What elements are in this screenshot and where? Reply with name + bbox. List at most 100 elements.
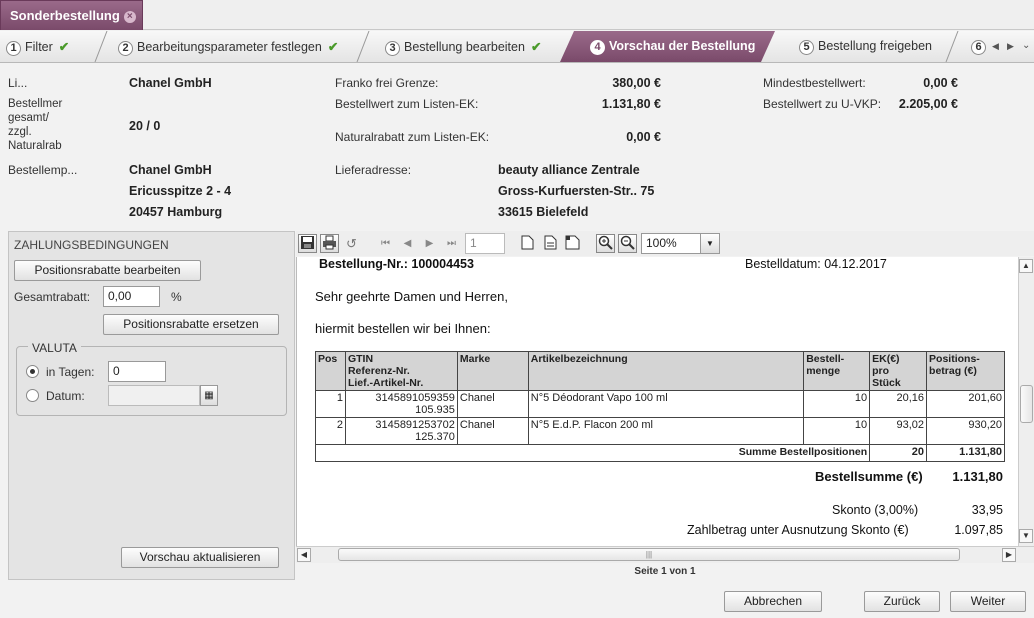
bestellmenge-label-line: gesamt/ [8, 112, 49, 124]
zoom-select[interactable]: 100% [641, 233, 701, 254]
vorschau-aktualisieren-button[interactable]: Vorschau aktualisieren [121, 547, 279, 568]
column-header-pos: Pos [315, 351, 346, 391]
naturalrabatt-value: 0,00 € [626, 130, 661, 144]
naturalrabatt-label: Naturalrabatt zum Listen-EK: [335, 130, 490, 144]
lieferant-label: Li... [8, 76, 28, 90]
refresh-icon[interactable]: ↺ [342, 234, 361, 253]
cell-pos: 2 [315, 417, 346, 445]
step-number: 3 [385, 41, 400, 56]
cell-pos: 1 [315, 390, 346, 418]
column-header-marke: Marke [456, 351, 529, 391]
uvkp-value: 2.205,00 € [898, 97, 958, 111]
empfaenger-street: Ericusspitze 2 - 4 [129, 184, 232, 198]
zahlbetrag-value: 1.097,85 [954, 523, 1003, 537]
lieferant-value: Chanel GmbH [129, 76, 212, 90]
cell-menge: 10 [803, 390, 871, 418]
step-label: Filter [25, 40, 53, 54]
cell-ek: 93,02 [869, 417, 928, 445]
empfaenger-city: 20457 Hamburg [129, 205, 223, 219]
horizontal-scroll-thumb[interactable]: ||| [338, 548, 960, 561]
calendar-icon[interactable]: ▦ [200, 385, 218, 406]
single-page-icon[interactable] [518, 234, 537, 253]
last-page-icon[interactable]: ⏭ [442, 234, 461, 253]
chevron-down-icon[interactable]: ▼ [700, 233, 720, 254]
order-date: Bestelldatum: 04.12.2017 [745, 257, 887, 271]
column-header-text: EK(€) [872, 353, 900, 365]
bestellwert-ek-label: Bestellwert zum Listen-EK: [335, 97, 479, 111]
next-page-icon[interactable]: ▶ [420, 234, 439, 253]
scroll-right-icon[interactable]: ▶ [1002, 548, 1016, 562]
lieferadresse-street: Gross-Kurfuersten-Str.. 75 [498, 184, 655, 198]
first-page-icon[interactable]: ⏮ [376, 234, 395, 253]
cell-artikel: N°5 Déodorant Vapo 100 ml [527, 390, 805, 418]
vertical-scroll-thumb[interactable] [1020, 385, 1033, 423]
step-number: 1 [6, 41, 21, 56]
datum-label: Datum: [46, 389, 85, 403]
scroll-left-icon[interactable]: ◀ [297, 548, 311, 562]
column-header-text: Marke [459, 353, 491, 365]
gesamtrabatt-input[interactable]: 0,00 [103, 286, 160, 307]
wizard-step-6[interactable]: 6 [971, 31, 990, 62]
scroll-up-icon[interactable]: ▲ [1019, 259, 1033, 273]
positionsrabatte-bearbeiten-button[interactable]: Positionsrabatte bearbeiten [14, 260, 201, 281]
empfaenger-label: Bestellemp... [8, 163, 78, 177]
whole-page-icon[interactable] [563, 234, 582, 253]
vertical-scrollbar[interactable]: ▲ ▼ [1018, 257, 1034, 546]
back-button[interactable]: Zurück [864, 591, 940, 612]
document-tab-sonderbestellung[interactable]: Sonderbestellung × [0, 0, 143, 30]
checkmark-icon: ✔ [58, 40, 70, 54]
cell-artikel: N°5 E.d.P. Flacon 200 ml [527, 417, 805, 445]
step-separator [94, 31, 108, 62]
wizard-step-freigeben[interactable]: 5 Bestellung freigeben [799, 31, 932, 62]
column-header-text: Artikelbezeichnung [530, 353, 628, 365]
page-width-icon[interactable] [541, 234, 560, 253]
close-icon[interactable]: × [123, 11, 136, 23]
cancel-button[interactable]: Abbrechen [724, 591, 822, 612]
cell-ek: 20,16 [869, 390, 928, 418]
sum-menge: 20 [869, 444, 928, 462]
datum-input[interactable] [108, 385, 200, 406]
column-header-text: menge [806, 365, 841, 377]
save-icon[interactable] [298, 234, 317, 253]
column-header-text: Pos [318, 353, 338, 365]
scroll-right-icon[interactable]: ▶ [1007, 41, 1014, 52]
in-tagen-input[interactable]: 0 [108, 361, 166, 382]
wizard-step-vorschau[interactable]: 4 Vorschau der Bestellung [590, 31, 755, 62]
franko-value: 380,00 € [612, 76, 661, 90]
intro-text: hiermit bestellen wir bei Ihnen: [315, 321, 491, 336]
positionsrabatte-ersetzen-button[interactable]: Positionsrabatte ersetzen [103, 314, 279, 335]
mindestbestellwert-value: 0,00 € [923, 76, 958, 90]
chevron-down-icon[interactable]: ⌄ [1022, 40, 1030, 51]
lieferadresse-label: Lieferadresse: [335, 163, 412, 177]
scroll-down-icon[interactable]: ▼ [1019, 529, 1033, 543]
page-number-input[interactable]: 1 [465, 233, 505, 254]
bestellmenge-label-line: Bestellmer [8, 98, 63, 110]
datum-radio[interactable] [26, 389, 39, 402]
franko-label: Franko frei Grenze: [335, 76, 439, 90]
step-separator [945, 31, 959, 62]
gtin: 3145891059359 [375, 392, 455, 404]
zoom-out-icon[interactable] [618, 234, 637, 253]
gesamtrabatt-label: Gesamtrabatt: [14, 290, 91, 304]
horizontal-scrollbar[interactable]: ◀ ||| ▶ [296, 546, 1034, 563]
wizard-step-bearbeitungsparameter[interactable]: 2 Bearbeitungsparameter festlegen ✔ [118, 31, 338, 62]
column-header-gtin: GTIN Referenz-Nr. Lief.-Artikel-Nr. [344, 351, 458, 391]
in-tagen-radio[interactable] [26, 365, 39, 378]
zoom-in-icon[interactable] [596, 234, 615, 253]
checkmark-icon: ✔ [327, 40, 339, 54]
uvkp-label: Bestellwert zu U-VKP: [763, 97, 882, 111]
cell-betrag: 930,20 [926, 417, 1005, 445]
column-header-betrag: Positions-betrag (€) [926, 351, 1005, 391]
step-number: 4 [590, 40, 605, 55]
zahlbetrag-label: Zahlbetrag unter Ausnutzung Skonto (€) [687, 523, 909, 537]
step-label: Bestellung freigeben [818, 39, 932, 53]
wizard-step-filter[interactable]: 1 Filter ✔ [6, 31, 69, 62]
next-button[interactable]: Weiter [950, 591, 1026, 612]
print-icon[interactable] [320, 234, 339, 253]
gtin: 3145891253702 [375, 419, 455, 431]
cell-gtin: 3145891059359 105.935 [344, 390, 458, 418]
greeting: Sehr geehrte Damen und Herren, [315, 289, 508, 304]
previous-page-icon[interactable]: ◀ [398, 234, 417, 253]
scroll-left-icon[interactable]: ◀ [992, 41, 999, 52]
wizard-step-bestellung-bearbeiten[interactable]: 3 Bestellung bearbeiten ✔ [385, 31, 541, 62]
